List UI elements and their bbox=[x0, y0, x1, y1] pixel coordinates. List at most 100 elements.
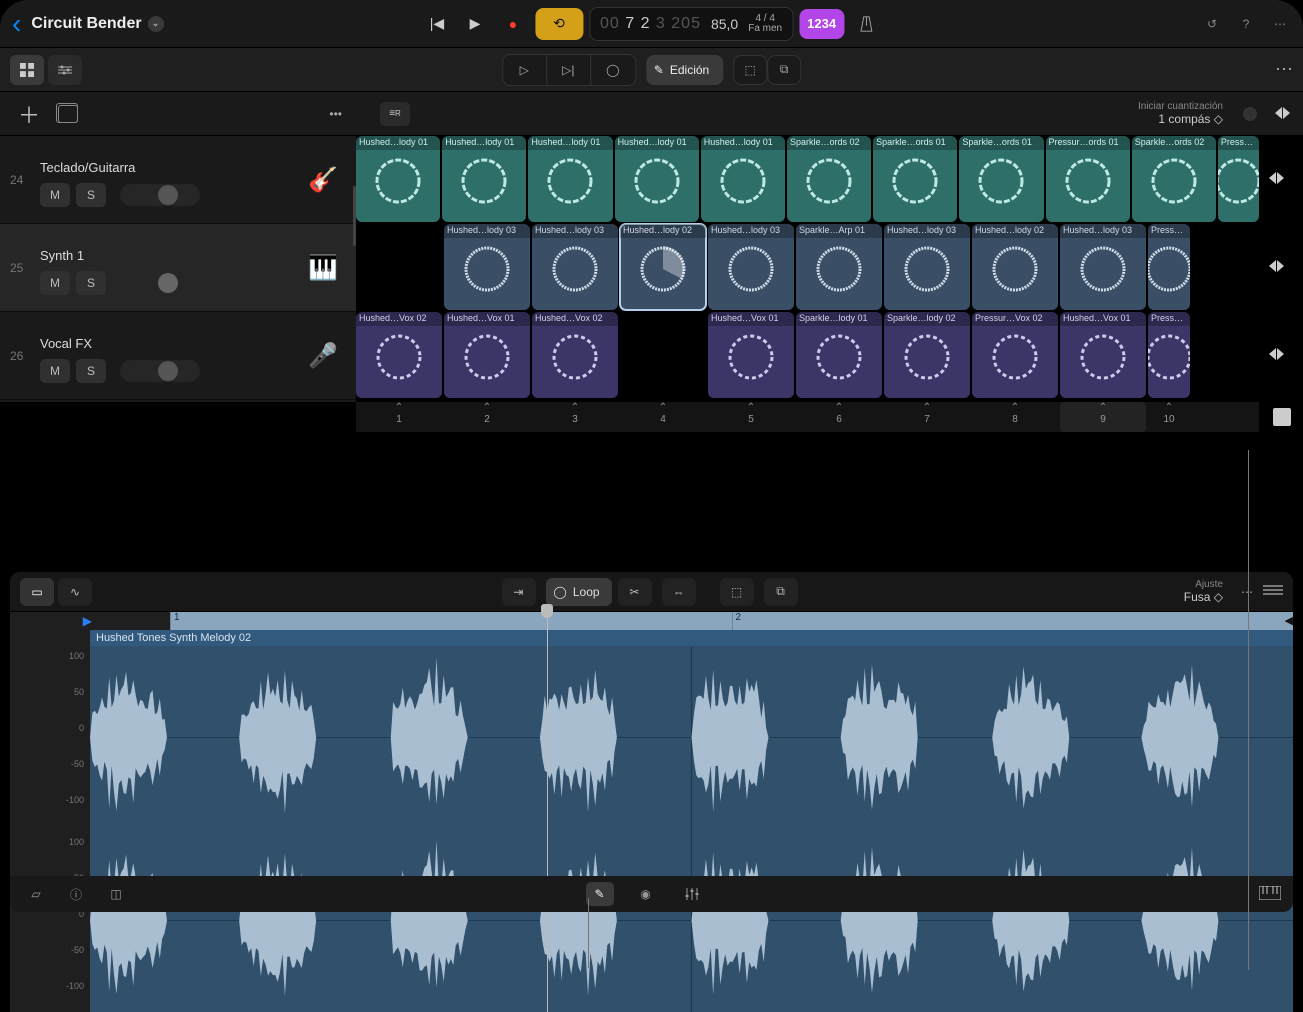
scene-trigger[interactable]: 1 bbox=[356, 402, 442, 432]
loop-cell[interactable]: Sparkle…ords 02 bbox=[1132, 136, 1216, 222]
scene-trigger[interactable]: 8 bbox=[972, 402, 1058, 432]
waveform-area[interactable] bbox=[90, 646, 1293, 1012]
back-button[interactable]: ‹ bbox=[12, 8, 21, 40]
loop-cell[interactable]: Hushed…Vox 02 bbox=[356, 312, 442, 398]
preview-step-button[interactable]: ▷| bbox=[547, 55, 591, 85]
loop-cell[interactable]: Hushed…lody 03 bbox=[1060, 224, 1146, 310]
play-button[interactable]: ▶ bbox=[459, 8, 491, 40]
loop-cell[interactable]: Pressur… bbox=[1148, 312, 1190, 398]
loop-cell[interactable]: Sparkle…ords 01 bbox=[959, 136, 1043, 222]
loop-cell[interactable]: Hushed…lody 01 bbox=[356, 136, 440, 222]
solo-button[interactable]: S bbox=[76, 271, 106, 295]
preview-play-button[interactable]: ▷ bbox=[503, 55, 547, 85]
volume-fader[interactable] bbox=[120, 272, 200, 294]
loop-cell[interactable]: Hushed…lody 01 bbox=[701, 136, 785, 222]
selection-button[interactable]: ⬚ bbox=[720, 578, 754, 606]
info-icon[interactable]: ⓘ bbox=[62, 882, 90, 906]
track-header-more-button[interactable]: ••• bbox=[329, 107, 342, 121]
loop-cell[interactable]: Pressur… bbox=[1148, 224, 1190, 310]
stop-all-button[interactable] bbox=[1273, 408, 1291, 426]
volume-fader[interactable] bbox=[120, 184, 200, 206]
grid-view-button[interactable] bbox=[10, 55, 44, 85]
quantize-menu[interactable]: Iniciar cuantización 1 compás ◇ bbox=[1138, 101, 1237, 126]
loop-cell[interactable] bbox=[356, 224, 442, 310]
quantize-toggle[interactable] bbox=[1243, 107, 1257, 121]
loop-cell[interactable]: Sparkle…ords 01 bbox=[873, 136, 957, 222]
loop-cell[interactable]: Hushed…lody 03 bbox=[532, 224, 618, 310]
track-header[interactable]: 26 Vocal FX M S 🎤 bbox=[0, 312, 356, 400]
tray-icon[interactable]: ▱ bbox=[22, 882, 50, 906]
edit-mode-button[interactable]: ✎ Edición bbox=[646, 55, 723, 85]
time-signature[interactable]: 4 / 4 Fa men bbox=[748, 14, 782, 34]
scene-trigger[interactable]: 3 bbox=[532, 402, 618, 432]
copy-button[interactable]: ⧉ bbox=[764, 578, 798, 606]
mixer-view-button[interactable] bbox=[48, 55, 82, 85]
snap-button[interactable]: ⇥ bbox=[501, 578, 535, 606]
clip-header[interactable]: Hushed Tones Synth Melody 02 bbox=[90, 630, 1293, 646]
loop-button[interactable]: ◯ Loop bbox=[545, 578, 611, 606]
editor-playhead[interactable] bbox=[547, 612, 548, 1012]
editor-list-button[interactable] bbox=[1263, 585, 1283, 599]
loop-cell[interactable]: Hushed…Vox 02 bbox=[532, 312, 618, 398]
add-track-button[interactable]: ＋ bbox=[18, 98, 40, 130]
undo-icon[interactable]: ↺ bbox=[1201, 13, 1223, 35]
scissors-button[interactable]: ✂ bbox=[618, 578, 652, 606]
scene-trigger[interactable]: 4 bbox=[620, 402, 706, 432]
loop-cell[interactable]: Hushed…Vox 01 bbox=[1060, 312, 1146, 398]
scene-trigger[interactable]: 7 bbox=[884, 402, 970, 432]
reorder-button[interactable]: ≡R bbox=[380, 102, 410, 126]
mute-button[interactable]: M bbox=[40, 271, 70, 295]
loop-cell[interactable]: Hushed…lody 03 bbox=[708, 224, 794, 310]
row-trigger-button[interactable] bbox=[1269, 260, 1293, 278]
scene-trigger[interactable]: 10 bbox=[1148, 402, 1190, 432]
loop-cell[interactable]: Pressur… bbox=[1218, 136, 1259, 222]
loop-cell[interactable]: Hushed…lody 03 bbox=[884, 224, 970, 310]
duplicate-track-button[interactable] bbox=[58, 105, 78, 123]
toolbar-more-button[interactable]: ⋯ bbox=[1275, 59, 1293, 80]
mixer-sliders-icon[interactable] bbox=[678, 882, 706, 906]
solo-button[interactable]: S bbox=[76, 183, 106, 207]
row-trigger-button[interactable] bbox=[1269, 348, 1293, 366]
loop-cell[interactable]: Hushed…lody 01 bbox=[442, 136, 526, 222]
loop-cell[interactable]: Sparkle…ords 02 bbox=[787, 136, 871, 222]
mute-button[interactable]: M bbox=[40, 359, 70, 383]
scene-trigger-all[interactable] bbox=[1275, 107, 1293, 121]
scene-trigger[interactable]: 5 bbox=[708, 402, 794, 432]
tempo-bpm[interactable]: 85,0 bbox=[711, 16, 738, 32]
row-trigger-button[interactable] bbox=[1269, 172, 1293, 190]
snap-value-menu[interactable]: Ajuste Fusa ◇ bbox=[1184, 579, 1223, 604]
copy-tool-button[interactable]: ⧉ bbox=[767, 55, 801, 85]
loop-cell[interactable] bbox=[620, 312, 706, 398]
loop-cell[interactable]: Sparkle…lody 02 bbox=[884, 312, 970, 398]
loop-cell[interactable]: Hushed…lody 01 bbox=[615, 136, 699, 222]
loop-cell[interactable]: Hushed…lody 02 bbox=[972, 224, 1058, 310]
loop-cell[interactable]: Pressur…ords 01 bbox=[1046, 136, 1130, 222]
editor-ruler[interactable]: 1 2 ◀ bbox=[170, 612, 1293, 630]
more-icon[interactable]: ⋯ bbox=[1269, 13, 1291, 35]
edit-pencil-icon[interactable]: ✎ bbox=[586, 882, 614, 906]
panels-icon[interactable]: ◫ bbox=[102, 882, 130, 906]
selection-tool-button[interactable]: ⬚ bbox=[733, 55, 767, 85]
loop-cell[interactable]: Pressur…Vox 02 bbox=[972, 312, 1058, 398]
count-in-button[interactable]: 1234 bbox=[799, 9, 844, 39]
scene-trigger[interactable]: 2 bbox=[444, 402, 530, 432]
metronome-button[interactable] bbox=[850, 8, 882, 40]
help-icon[interactable]: ? bbox=[1235, 13, 1257, 35]
loop-cell[interactable]: Hushed…Vox 01 bbox=[444, 312, 530, 398]
flex-view-button[interactable]: ∿ bbox=[58, 578, 92, 606]
tuner-icon[interactable]: ◉ bbox=[632, 882, 660, 906]
lcd-display[interactable]: 00 7 2 3 205 85,0 4 / 4 Fa men bbox=[589, 7, 793, 41]
project-title[interactable]: Circuit Bender ⌄ bbox=[31, 15, 163, 33]
solo-button[interactable]: S bbox=[76, 359, 106, 383]
loop-cell[interactable]: Sparkle…Arp 01 bbox=[796, 224, 882, 310]
scene-trigger[interactable]: 9 bbox=[1060, 402, 1146, 432]
loop-cell[interactable]: Hushed…Vox 01 bbox=[708, 312, 794, 398]
region-view-button[interactable]: ▭ bbox=[20, 578, 54, 606]
chevron-down-icon[interactable]: ⌄ bbox=[148, 16, 164, 32]
mute-button[interactable]: M bbox=[40, 183, 70, 207]
track-header[interactable]: 24 Teclado/Guitarra M S 🎸 bbox=[0, 136, 356, 224]
volume-fader[interactable] bbox=[120, 360, 200, 382]
scene-trigger[interactable]: 6 bbox=[796, 402, 882, 432]
preview-record-button[interactable]: ◯ bbox=[591, 55, 635, 85]
editor-more-button[interactable]: ⋯ bbox=[1241, 585, 1253, 599]
